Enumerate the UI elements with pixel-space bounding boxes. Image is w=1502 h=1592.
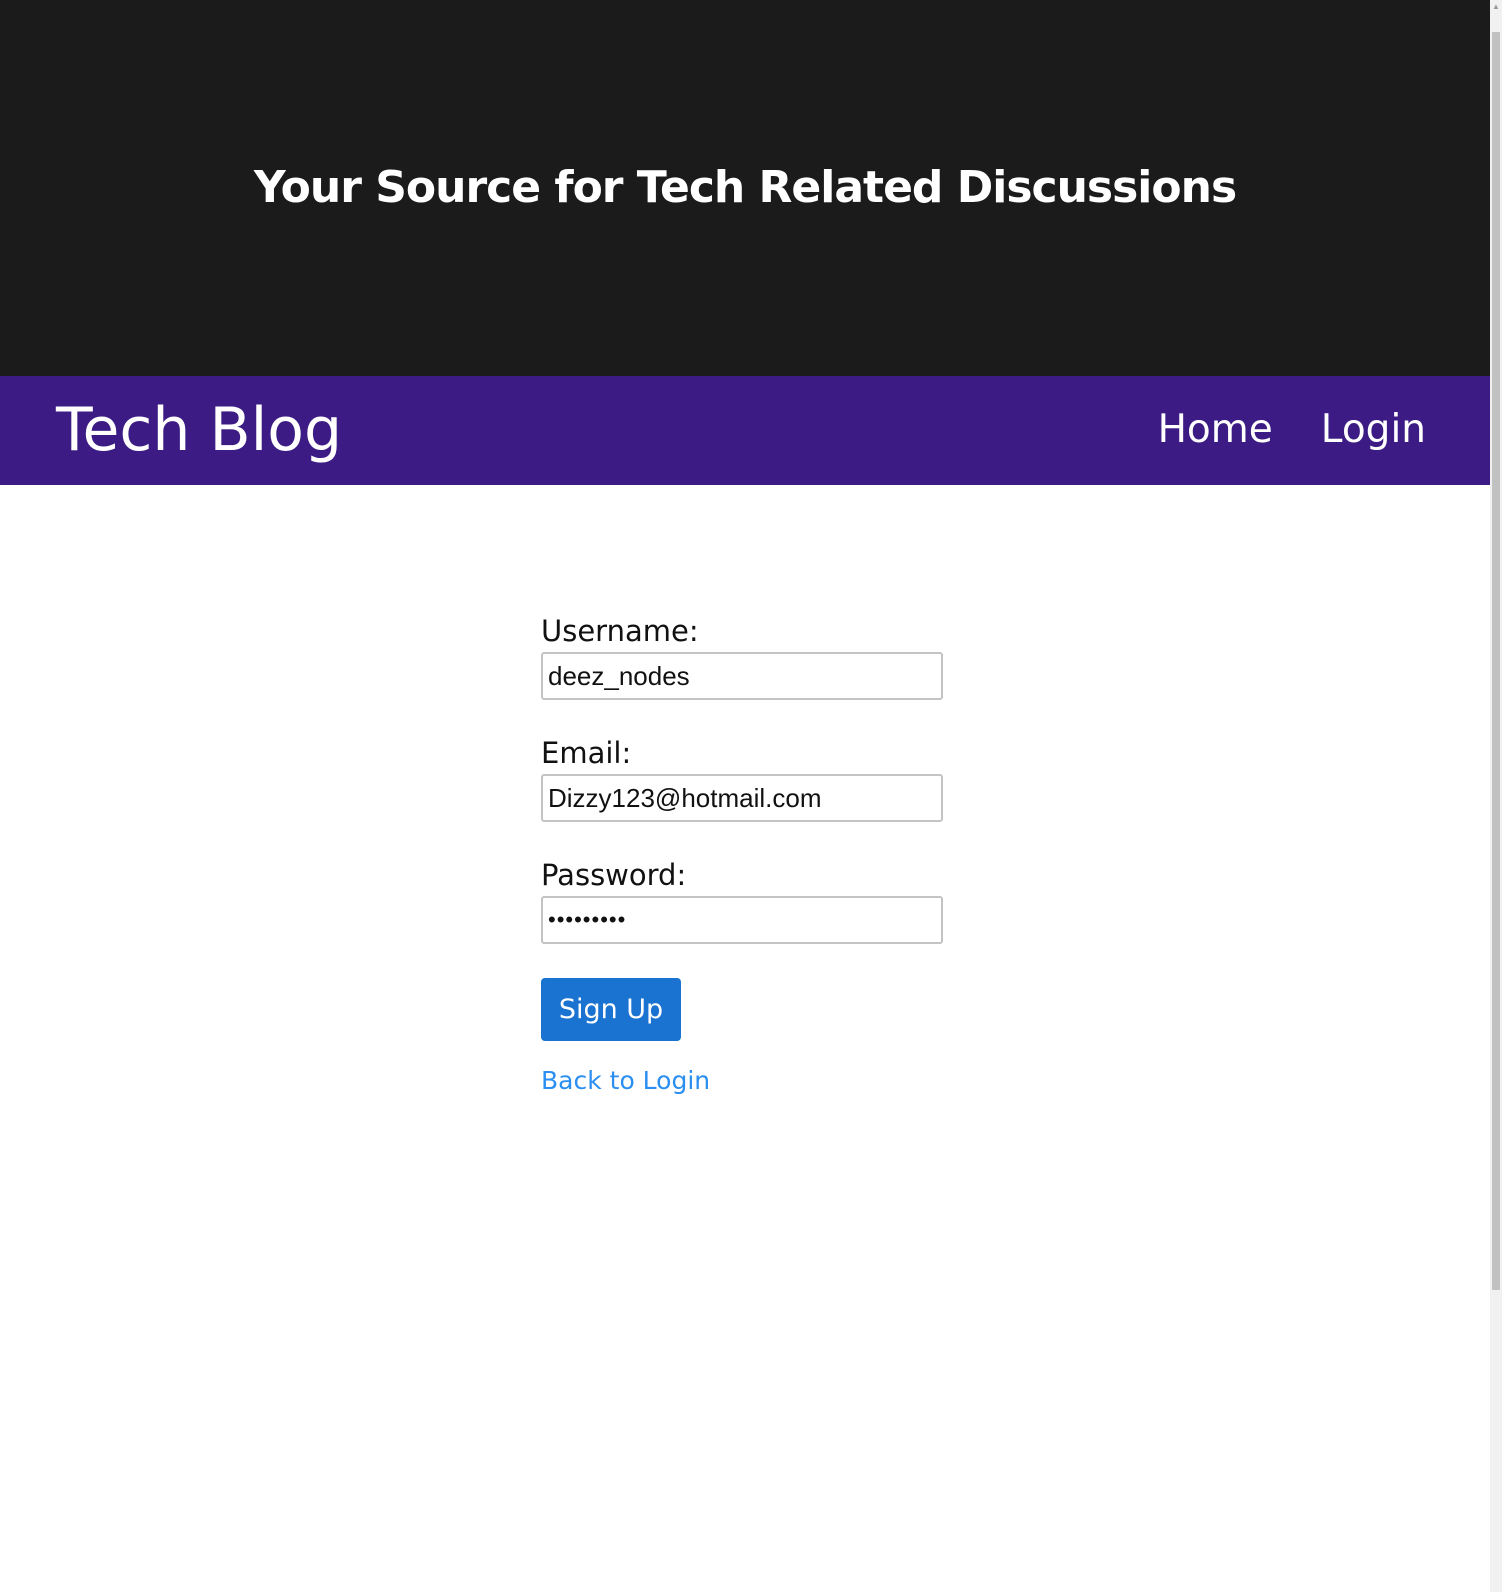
- password-field-group: Password:: [541, 856, 943, 944]
- page: Your Source for Tech Related Discussions…: [0, 0, 1490, 1592]
- scrollbar-thumb[interactable]: [1492, 32, 1500, 1290]
- nav-link-home[interactable]: Home: [1158, 406, 1273, 454]
- username-input[interactable]: [541, 652, 943, 700]
- brand-title[interactable]: Tech Blog: [56, 394, 342, 466]
- nav-links: Home Login: [1158, 406, 1426, 454]
- hero-title: Your Source for Tech Related Discussions: [253, 162, 1237, 213]
- vertical-scrollbar[interactable]: ▲: [1490, 0, 1502, 1592]
- email-input[interactable]: [541, 774, 943, 822]
- sign-up-button[interactable]: Sign Up: [541, 978, 681, 1041]
- signup-form: Username: Email: Password: Sign Up Back …: [541, 612, 943, 1097]
- username-field-group: Username:: [541, 612, 943, 700]
- scroll-up-arrow-icon[interactable]: ▲: [1490, 0, 1502, 14]
- password-input[interactable]: [541, 896, 943, 944]
- email-label: Email:: [541, 736, 632, 770]
- email-field-group: Email:: [541, 734, 943, 822]
- nav-link-login[interactable]: Login: [1321, 406, 1426, 454]
- back-to-login-link[interactable]: Back to Login: [541, 1065, 710, 1097]
- navbar: Tech Blog Home Login: [0, 376, 1490, 485]
- password-label: Password:: [541, 858, 687, 892]
- hero-banner: Your Source for Tech Related Discussions: [0, 0, 1490, 376]
- username-label: Username:: [541, 614, 699, 648]
